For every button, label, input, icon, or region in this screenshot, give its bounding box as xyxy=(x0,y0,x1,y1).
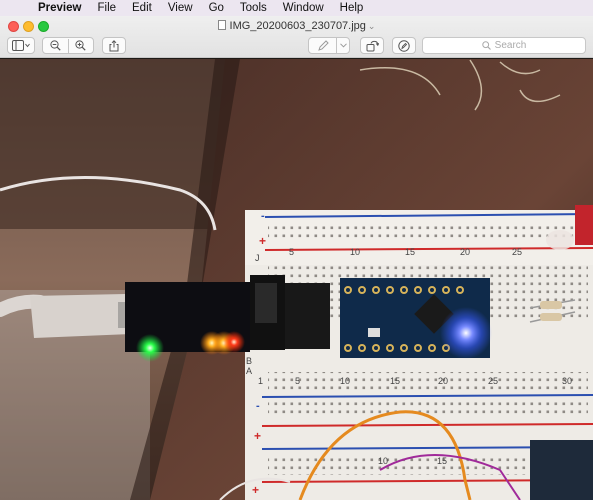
column-number: 25 xyxy=(488,376,499,386)
column-number: 20 xyxy=(438,376,449,386)
rail-plus-top: + xyxy=(259,234,267,248)
document-title-text: IMG_20200603_230707.jpg xyxy=(229,20,366,32)
column-number: 25 xyxy=(512,247,523,257)
menu-file[interactable]: File xyxy=(89,0,124,16)
column-number: 5 xyxy=(295,376,301,386)
markup-icon xyxy=(398,39,410,52)
menu-edit[interactable]: Edit xyxy=(124,0,160,16)
sidebar-icon xyxy=(12,40,30,51)
search-placeholder: Search xyxy=(494,40,527,51)
column-number: 10 xyxy=(340,376,351,386)
zoom-out-icon xyxy=(50,40,61,51)
image-canvas: - + J 5 10 15 20 25 B A 1 5 10 15 20 25 … xyxy=(0,59,593,500)
row-letter-b: B xyxy=(246,356,253,366)
pen-icon xyxy=(317,39,329,51)
breadboard-photo xyxy=(0,59,593,500)
rail-minus-bottom: - xyxy=(256,400,260,412)
column-number: 15 xyxy=(390,376,401,386)
image-file-icon xyxy=(217,20,226,30)
column-number: 20 xyxy=(460,247,471,257)
rotate-icon xyxy=(366,40,379,51)
rotate-button[interactable] xyxy=(360,37,384,54)
search-input[interactable]: Search xyxy=(422,37,586,54)
rail-minus-top: - xyxy=(261,210,265,222)
zoom-in-icon xyxy=(75,40,86,51)
sidebar-toggle-button[interactable] xyxy=(7,37,35,54)
share-icon xyxy=(109,39,119,51)
share-button[interactable] xyxy=(102,37,126,54)
window-toolbar: IMG_20200603_230707.jpg ⌄ Search xyxy=(0,16,593,58)
row-letter-a: A xyxy=(246,366,253,376)
menu-window[interactable]: Window xyxy=(275,0,332,16)
column-number: 30 xyxy=(562,376,573,386)
menu-tools[interactable]: Tools xyxy=(232,0,275,16)
menu-view[interactable]: View xyxy=(160,0,201,16)
column-number: 15 xyxy=(405,247,416,257)
menu-go[interactable]: Go xyxy=(201,0,232,16)
column-number: 1 xyxy=(258,376,264,386)
zoom-in-button[interactable] xyxy=(69,38,94,53)
column-number: 10 xyxy=(350,247,361,257)
chevron-down-icon: ⌄ xyxy=(367,21,376,31)
document-title[interactable]: IMG_20200603_230707.jpg ⌄ xyxy=(0,18,593,34)
chevron-down-icon xyxy=(339,43,347,48)
search-icon xyxy=(481,41,491,50)
menu-preview[interactable]: Preview xyxy=(30,0,89,16)
menu-help[interactable]: Help xyxy=(332,0,372,16)
column-number: 15 xyxy=(437,456,448,466)
zoom-controls xyxy=(42,37,94,54)
zoom-out-button[interactable] xyxy=(43,38,68,53)
rail-plus-bottom-2: + xyxy=(252,483,260,497)
markup-pen-button[interactable] xyxy=(308,37,350,54)
row-letter-j: J xyxy=(255,253,260,263)
column-number: 10 xyxy=(378,456,389,466)
rail-plus-bottom: + xyxy=(254,429,262,443)
column-number: 5 xyxy=(289,247,295,257)
menu-bar: Preview File Edit View Go Tools Window H… xyxy=(0,0,593,16)
markup-toolbar-button[interactable] xyxy=(392,37,416,54)
